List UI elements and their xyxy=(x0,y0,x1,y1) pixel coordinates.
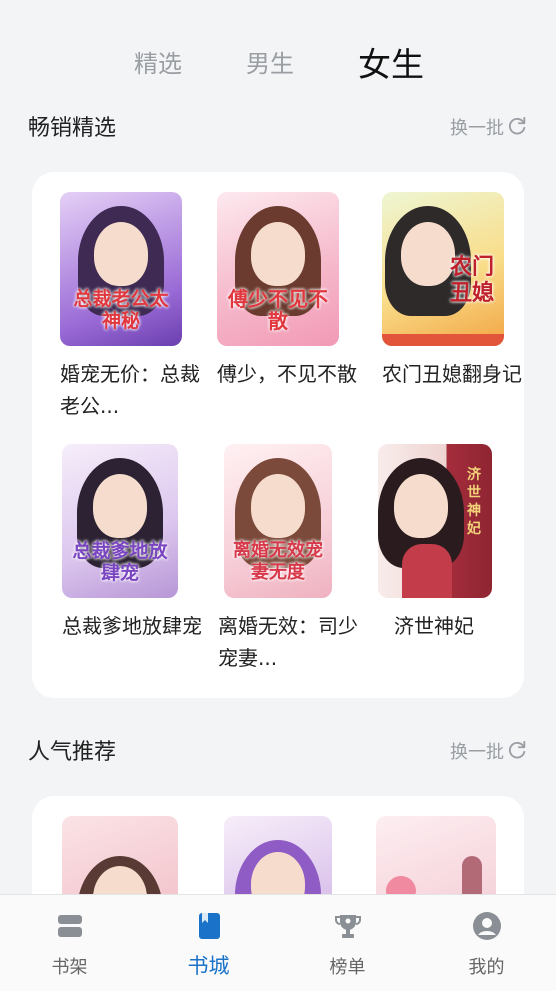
tab-male[interactable]: 男生 xyxy=(246,44,294,79)
book-title: 济世神妃 xyxy=(394,614,474,638)
refresh-batch-button[interactable]: 换一批 xyxy=(450,114,504,140)
tab-featured[interactable]: 精选 xyxy=(134,44,182,79)
refresh-icon[interactable] xyxy=(506,739,528,761)
book-cover[interactable]: 济世神妃 xyxy=(378,444,492,598)
section-title: 人气推荐 xyxy=(28,740,117,765)
book-cover[interactable]: 农门丑媳 xyxy=(382,192,504,346)
tab-female[interactable]: 女生 xyxy=(358,38,424,86)
refresh-icon[interactable] xyxy=(506,115,528,137)
nav-label: 书架 xyxy=(51,957,88,978)
book-title: 傅少，不见不散 xyxy=(217,362,357,386)
section-title: 畅销精选 xyxy=(28,116,117,141)
cover-title: 济世神妃 xyxy=(467,467,481,537)
category-tabs: 精选 男生 女生 xyxy=(0,36,556,86)
book-cover[interactable]: 傅少不见不散 xyxy=(217,192,339,346)
cover-title: 离婚无效宠妻无度 xyxy=(233,540,323,583)
cover-title: 傅少不见不散 xyxy=(228,287,328,333)
book-cover[interactable]: 离婚无效宠妻无度 xyxy=(224,444,332,598)
trophy-icon xyxy=(334,915,361,938)
cover-title: 总裁爹地放肆宠 xyxy=(72,540,168,584)
nav-bookshelf[interactable]: 书架 xyxy=(0,895,139,991)
nav-bookstore[interactable]: 书城 xyxy=(139,895,278,991)
book-title: 婚宠无价：总裁老公... xyxy=(60,362,200,418)
bestsellers-card: 总裁老公太神秘 婚宠无价：总裁老公... 傅少不见不散 傅少，不见不散 农门丑媳… xyxy=(32,172,524,698)
book-cover[interactable]: 总裁爹地放肆宠 xyxy=(62,444,178,598)
cover-title: 总裁老公太神秘 xyxy=(73,288,169,332)
refresh-batch-button[interactable]: 换一批 xyxy=(450,738,504,764)
book-title: 离婚无效：司少宠妻... xyxy=(218,614,358,670)
book-cover[interactable]: 总裁老公太神秘 xyxy=(60,192,182,346)
nav-profile[interactable]: 我的 xyxy=(417,895,556,991)
nav-label: 书城 xyxy=(187,954,230,978)
bookshelf-icon xyxy=(57,915,82,937)
cover-title: 农门丑媳 xyxy=(449,254,494,306)
profile-icon xyxy=(472,912,501,940)
book-title: 总裁爹地放肆宠 xyxy=(62,614,202,638)
nav-label: 我的 xyxy=(468,957,505,978)
nav-ranking[interactable]: 榜单 xyxy=(278,895,417,991)
nav-label: 榜单 xyxy=(329,957,366,978)
bookstore-icon xyxy=(198,913,220,939)
book-title: 农门丑媳翻身记 xyxy=(382,362,522,386)
bestsellers-header: 畅销精选 换一批 xyxy=(28,104,528,144)
popular-header: 人气推荐 换一批 xyxy=(28,728,528,768)
bottom-nav: 书架 书城 榜单 我的 xyxy=(0,894,556,991)
